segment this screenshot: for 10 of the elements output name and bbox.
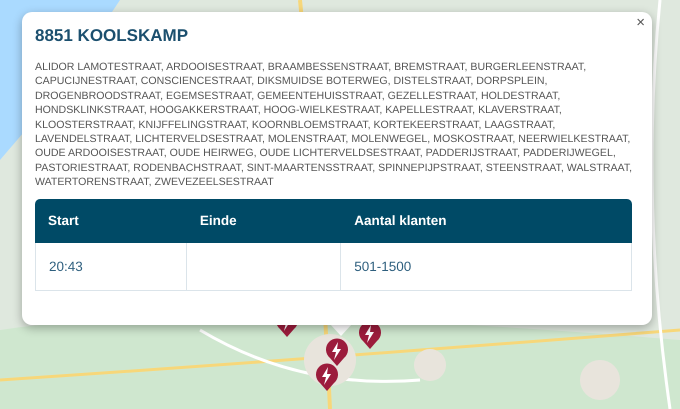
street-list: ALIDOR LAMOTESTRAAT, ARDOOISESTRAAT, BRAAMBESSENSTRAAT, BREMSTRAAT, BURGERLEENSTRAAT, CAPUCIJNESTRAAT, CONSCIENCESTRAAT, DIKSMUIDSE BOTERWEG, DISTELSTRAAT, DORPSPLEIN, DROGENBROODSTRAAT, EGEMSESTRAAT, GEMEENTEHUISSTRAAT, GEZELLESTRAAT, HOLDESTRAAT, HONDSKLINKSTRAAT, HOOGAKKERSTRAAT, HOOG-WIELKESTRAAT, KAPELLESTRAAT, KLAVERSTRAAT, KLOOSTERSTRAAT, KNIJFFELINGSTRAAT, KOORNBLOEMSTRAAT, KORTEKEERSTRAAT, LAAGSTRAAT, LAVENDELSTRAAT, LICHTERVELDSESTRAAT, MOLENSTRAAT, MOLENWEGEL, MOSKOSTRAAT, NEERWIELKESTRAAT, OUDE ARDOOISESTRAAT, OUDE HEIRWEG, OUDE LICHTERVELDSESTRAAT, PADDERIJSTRAAT, PADDERIJWEGEL, PASTORIESTRAAT, RODENBACHSTRAAT, SINT-MAARTENSSTRAAT, SPINNEPIJPSTRAAT, STEENSTRAAT, WALSTRAAT, WATERTORENSTRAAT, ZWEVEZEELSESTRAAT [35, 60, 639, 190]
lightning-marker-icon[interactable] [314, 362, 340, 392]
table-cell: 501-1500 [341, 242, 632, 291]
close-button[interactable]: × [633, 14, 648, 32]
table-cell: 20:43 [35, 242, 187, 291]
column-header: Aantal klanten [341, 198, 632, 243]
lightning-marker-icon[interactable] [324, 337, 350, 367]
column-header: Start [35, 198, 187, 243]
column-header: Einde [186, 198, 342, 243]
popup-title: 8851 KOOLSKAMP [35, 26, 188, 46]
